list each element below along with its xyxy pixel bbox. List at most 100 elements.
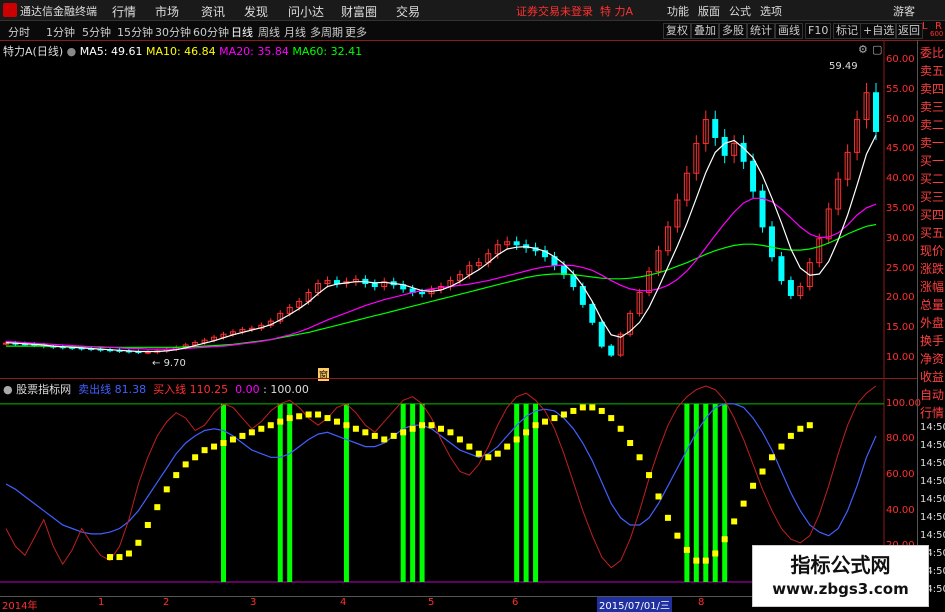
period-weekly[interactable]: 周线 [258, 24, 280, 40]
x-label: 4 [340, 597, 347, 608]
signal-block [589, 404, 596, 411]
menu-item-options[interactable]: 选项 [760, 3, 782, 19]
menu-item-news[interactable]: 资讯 [201, 3, 225, 20]
side-panel-item: 14:50 [920, 512, 945, 523]
menu-item-guest[interactable]: 游客 [893, 3, 915, 19]
candle [712, 110, 719, 146]
signal-block [466, 443, 473, 450]
overlay-button[interactable]: 叠加 [691, 23, 719, 39]
signal-block [485, 454, 492, 461]
signal-block [683, 546, 690, 553]
candle [693, 135, 700, 181]
price-axis-label: 55.00 [886, 83, 915, 95]
period-30min[interactable]: 30分钟 [155, 24, 191, 40]
candle [163, 347, 170, 353]
candle [674, 193, 681, 233]
period-multi[interactable]: 多周期 [310, 24, 343, 40]
period-tick[interactable]: 分时 [8, 24, 30, 40]
signal-block [664, 514, 671, 521]
side-panel-item: 14:50 [920, 476, 945, 487]
f10-button[interactable]: F10 [805, 23, 832, 39]
signal-block [750, 482, 757, 489]
candle [778, 251, 785, 285]
menu-item-wealth[interactable]: 财富圈 [341, 3, 377, 20]
menu-item-layout[interactable]: 版面 [698, 3, 720, 19]
candle-body [608, 345, 615, 356]
app-title: 通达信金融终端 [20, 5, 97, 18]
candle-body [371, 283, 378, 288]
period-60min[interactable]: 60分钟 [193, 24, 229, 40]
indicator-axis-label: 40.00 [886, 504, 915, 516]
signal-block [523, 429, 530, 436]
signal-block [258, 425, 265, 432]
mark-button[interactable]: 标记 [833, 23, 861, 39]
side-panel-item: 买五 [920, 226, 945, 240]
add-watchlist-button[interactable]: +自选 [860, 23, 898, 39]
signal-block [362, 429, 369, 436]
side-panel-item: 现价 [920, 244, 945, 258]
back-button[interactable]: 返回 [895, 23, 923, 39]
statistics-button[interactable]: 统计 [747, 23, 775, 39]
signal-block [532, 422, 539, 429]
candle [504, 236, 511, 250]
signal-block [674, 532, 681, 539]
price-axis-label: 25.00 [886, 262, 915, 274]
signal-block [608, 415, 615, 422]
price-axis-label: 10.00 [886, 352, 915, 364]
period-1min[interactable]: 1分钟 [46, 24, 75, 40]
price-axis-label: 60.00 [886, 53, 915, 65]
side-panel-item: 收益 [920, 370, 945, 384]
menu-item-discover[interactable]: 发现 [244, 3, 268, 20]
menu-item-assistant[interactable]: 问小达 [288, 3, 324, 20]
candle [768, 221, 775, 262]
candle-body [768, 226, 775, 258]
price-chart[interactable] [0, 40, 885, 378]
side-panel-item[interactable]: 自动 [920, 386, 944, 403]
signal-block [731, 518, 738, 525]
app-logo-icon [3, 3, 17, 17]
high-price-annotation: 59.49 [829, 61, 858, 72]
period-monthly[interactable]: 月线 [284, 24, 306, 40]
menu-item-function[interactable]: 功能 [667, 3, 689, 19]
signal-block [598, 407, 605, 414]
signal-block [125, 550, 132, 557]
side-panel-item: 委比 [920, 46, 945, 60]
signal-block [570, 407, 577, 414]
candle-body [873, 92, 879, 132]
period-15min[interactable]: 15分钟 [117, 24, 153, 40]
signal-block [504, 443, 511, 450]
candle [664, 221, 671, 256]
side-panel-item[interactable]: 行情 [920, 404, 944, 421]
signal-block [201, 447, 208, 454]
signal-block [551, 415, 558, 422]
signal-block [419, 422, 426, 429]
side-panel-item: 卖三 [920, 100, 945, 114]
side-panel-item: 总量 [920, 298, 945, 312]
chart-divider [0, 378, 917, 379]
candle-body [759, 190, 766, 228]
signal-block [211, 443, 218, 450]
candle [333, 276, 340, 288]
period-more[interactable]: 更多 [345, 24, 367, 40]
signal-block [229, 436, 236, 443]
period-daily[interactable]: 日线 [231, 24, 253, 40]
candle [854, 110, 861, 161]
signal-bar [287, 403, 293, 582]
period-5min[interactable]: 5分钟 [82, 24, 111, 40]
adjust-button[interactable]: 复权 [663, 23, 691, 39]
signal-block [617, 425, 624, 432]
signal-block [693, 557, 700, 564]
multi-stock-button[interactable]: 多股 [719, 23, 747, 39]
signal-block [163, 486, 170, 493]
price-axis-label: 35.00 [886, 203, 915, 214]
indicator-axis-label: 60.00 [886, 469, 915, 481]
menu-item-formula[interactable]: 公式 [729, 3, 751, 19]
candle-body [3, 342, 9, 345]
signal-block [135, 539, 142, 546]
menu-item-market[interactable]: 市场 [155, 3, 179, 20]
x-label: 6 [512, 597, 519, 608]
menu-item-trade[interactable]: 交易 [396, 3, 420, 20]
draw-line-button[interactable]: 画线 [775, 23, 803, 39]
signal-block [787, 432, 794, 439]
menu-item-quotes[interactable]: 行情 [112, 3, 136, 20]
